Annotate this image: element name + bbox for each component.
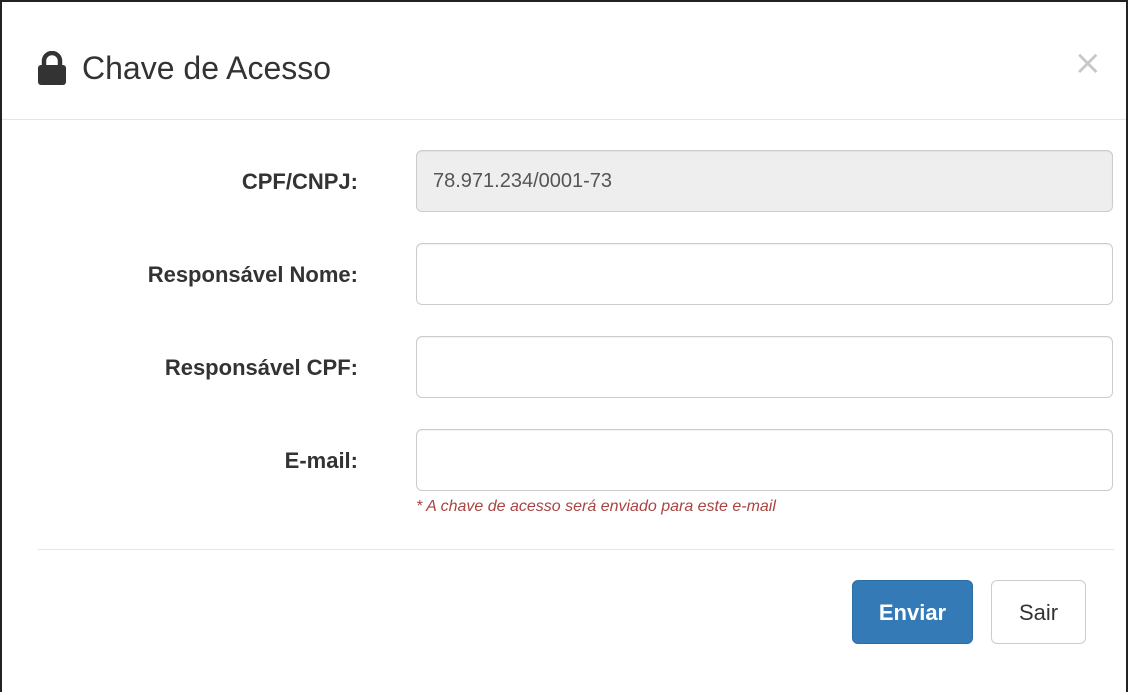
footer-divider [38, 549, 1114, 550]
dialog-title-group: Chave de Acesso [36, 46, 331, 90]
lock-icon [36, 50, 68, 85]
email-help-text: * A chave de acesso será enviado para es… [416, 498, 776, 515]
form-row-cpf-cnpj: CPF/CNPJ: [2, 150, 1126, 214]
submit-button[interactable]: Enviar [852, 580, 973, 644]
form-row-responsavel-nome: Responsável Nome: [2, 243, 1126, 307]
form-row-email: E-mail: [2, 429, 1126, 493]
cpf-cnpj-label: CPF/CNPJ: [241, 169, 358, 194]
access-key-dialog: Chave de Acesso × CPF/CNPJ: Responsável … [0, 0, 1128, 692]
responsavel-nome-label: Responsável Nome: [147, 262, 358, 287]
email-input[interactable] [416, 429, 1113, 491]
cpf-cnpj-input[interactable] [416, 150, 1113, 212]
responsavel-cpf-input[interactable] [416, 336, 1113, 398]
responsavel-nome-input[interactable] [416, 243, 1113, 305]
dialog-title: Chave de Acesso [82, 50, 332, 86]
responsavel-cpf-label: Responsável CPF: [164, 355, 358, 380]
form-row-responsavel-cpf: Responsável CPF: [2, 336, 1126, 400]
email-label: E-mail: [284, 448, 358, 473]
dialog-header: Chave de Acesso × [2, 2, 1126, 120]
close-icon[interactable]: × [1074, 46, 1103, 80]
exit-button[interactable]: Sair [991, 580, 1086, 644]
